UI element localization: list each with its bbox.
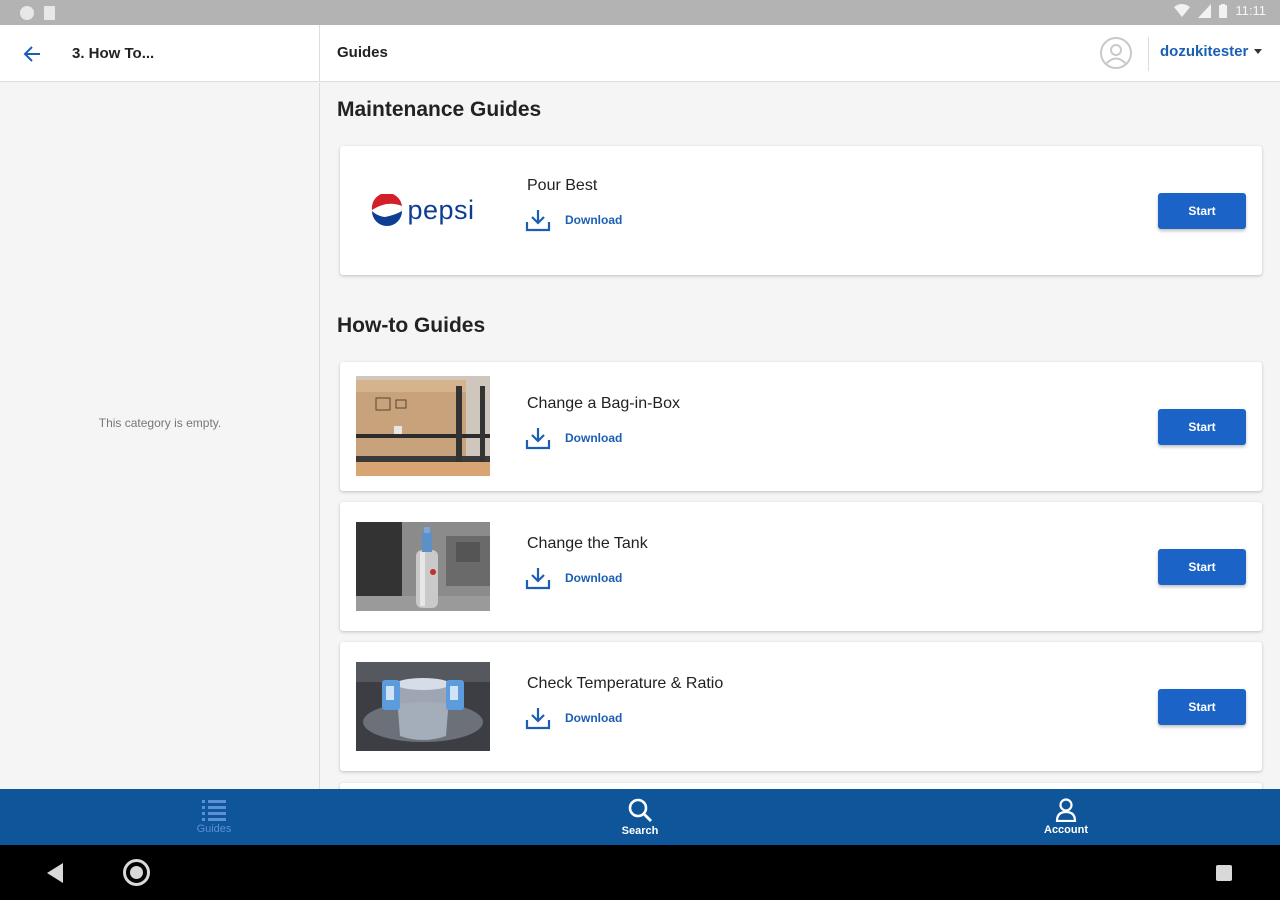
breadcrumb-label[interactable]: 3. How To... xyxy=(72,45,154,62)
start-button[interactable]: Start xyxy=(1158,549,1246,585)
guide-card[interactable]: Check Temperature & Ratio Download Start xyxy=(340,642,1262,771)
bottom-navigation: Guides Search Account xyxy=(0,789,1280,845)
system-home-icon[interactable] xyxy=(123,859,150,886)
user-menu-button[interactable]: dozukitester xyxy=(1160,43,1263,60)
download-icon xyxy=(525,428,551,450)
battery-icon xyxy=(1219,3,1228,18)
status-indicators: 11:11 xyxy=(1174,3,1266,18)
download-button[interactable]: Download xyxy=(525,705,622,731)
guide-thumbnail xyxy=(356,522,490,611)
download-icon xyxy=(525,210,551,232)
nav-guides[interactable]: Guides xyxy=(134,789,294,845)
notification-dot-icon xyxy=(20,6,34,20)
avatar[interactable] xyxy=(1100,37,1132,69)
download-label: Download xyxy=(565,431,623,445)
section-title-howto: How-to Guides xyxy=(337,314,486,337)
guide-title[interactable]: Pour Best xyxy=(527,177,597,195)
pepsi-logo: pepsi xyxy=(356,160,490,260)
notification-icons xyxy=(20,6,55,20)
guide-title[interactable]: Change a Bag-in-Box xyxy=(527,395,680,413)
pepsi-globe-icon xyxy=(372,194,403,226)
page-title: Guides xyxy=(337,44,388,61)
system-back-icon[interactable] xyxy=(47,863,63,883)
start-button[interactable]: Start xyxy=(1158,409,1246,445)
guide-card[interactable]: Change the Tank Download Start xyxy=(340,502,1262,631)
download-label: Download xyxy=(565,571,623,585)
nav-label: Search xyxy=(621,825,659,837)
app-bar: 3. How To... Guides dozukitester xyxy=(0,25,1280,82)
temperature-ratio-image xyxy=(356,662,490,751)
system-recents-icon[interactable] xyxy=(1216,865,1232,881)
list-icon xyxy=(202,800,226,821)
download-label: Download xyxy=(565,213,623,227)
start-button[interactable]: Start xyxy=(1158,689,1246,725)
username: dozukitester xyxy=(1160,43,1249,60)
guide-card[interactable]: Change a Bag-in-Box Download Start xyxy=(340,362,1262,491)
system-navigation-bar xyxy=(0,845,1280,900)
category-panel: This category is empty. xyxy=(0,83,320,789)
bag-in-box-image xyxy=(356,376,490,476)
nav-label: Guides xyxy=(196,823,232,835)
download-button[interactable]: Download xyxy=(525,565,622,591)
guide-thumbnail xyxy=(356,662,490,751)
guide-title[interactable]: Check Temperature & Ratio xyxy=(527,675,723,693)
download-button[interactable]: Download xyxy=(525,207,622,233)
back-button[interactable] xyxy=(0,25,64,82)
wifi-icon xyxy=(1174,3,1191,17)
start-button[interactable]: Start xyxy=(1158,193,1246,229)
download-label: Download xyxy=(565,711,623,725)
clock: 11:11 xyxy=(1235,3,1266,18)
sd-card-icon xyxy=(44,6,55,20)
divider xyxy=(1148,37,1149,71)
guides-list[interactable]: Maintenance Guides pepsi Pour Best Downl… xyxy=(321,83,1280,789)
status-bar: 11:11 xyxy=(0,0,1280,25)
tank-image xyxy=(356,522,490,611)
guide-title[interactable]: Change the Tank xyxy=(527,535,648,553)
pepsi-wordmark: pepsi xyxy=(407,194,475,225)
search-icon xyxy=(628,798,652,822)
download-button[interactable]: Download xyxy=(525,425,622,451)
arrow-left-icon xyxy=(23,45,40,62)
user-avatar-icon xyxy=(1105,44,1127,65)
account-icon xyxy=(1055,798,1077,822)
nav-account[interactable]: Account xyxy=(986,789,1146,845)
guide-thumbnail xyxy=(356,376,490,476)
nav-search[interactable]: Search xyxy=(560,789,720,845)
caret-down-icon xyxy=(1254,49,1263,54)
section-title-maintenance: Maintenance Guides xyxy=(337,98,542,121)
nav-label: Account xyxy=(1044,824,1088,836)
download-icon xyxy=(525,708,551,730)
signal-icon xyxy=(1198,3,1212,18)
guide-card[interactable]: pepsi Pour Best Download Start xyxy=(340,146,1262,275)
download-icon xyxy=(525,568,551,590)
empty-category-message: This category is empty. xyxy=(98,416,222,430)
breadcrumb: 3. How To... xyxy=(0,25,320,82)
